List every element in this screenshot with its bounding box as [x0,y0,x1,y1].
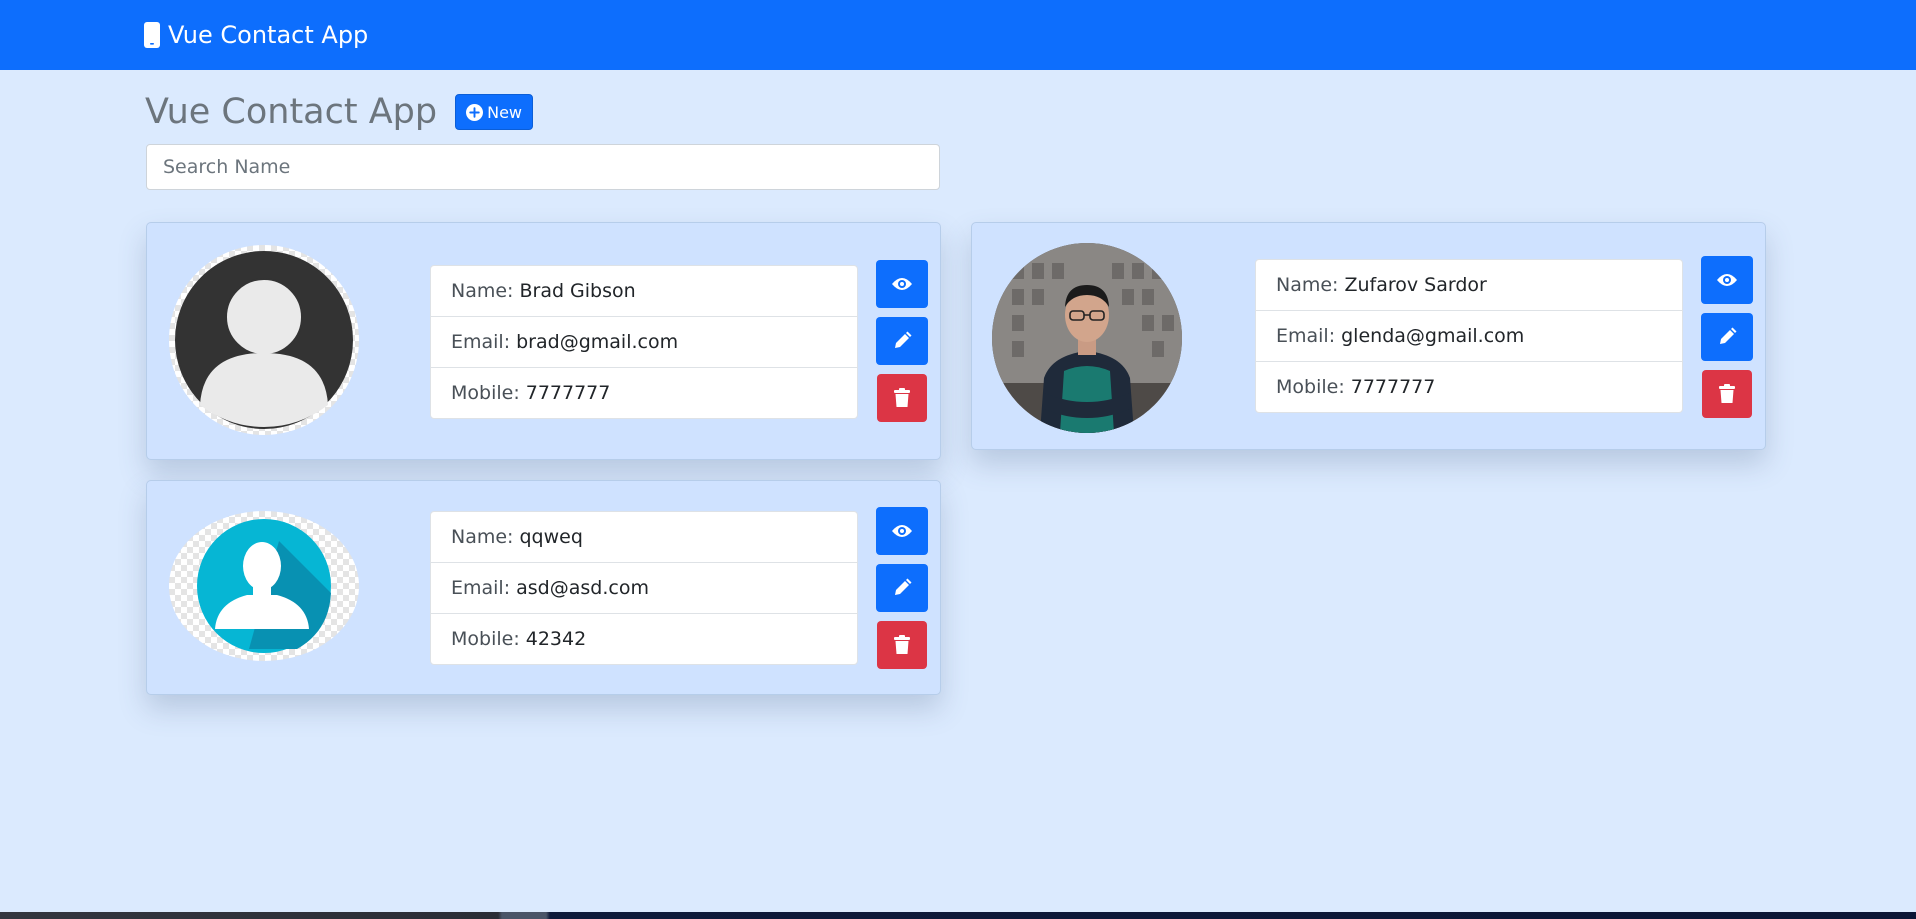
contact-mobile: 42342 [525,628,587,650]
contact-mobile: 7777777 [525,382,611,404]
contact-name: Brad Gibson [519,280,636,302]
contact-email-row: Email: glenda@gmail.com [1256,311,1682,362]
contact-details: Name: Brad Gibson Email: brad@gmail.com … [430,265,858,419]
email-label: Email: [1276,325,1336,347]
teal-user-avatar [169,511,359,661]
new-contact-button[interactable]: New [455,94,533,130]
contact-name: qqweq [519,526,583,548]
page-title: Vue Contact App [145,92,438,132]
contact-card: Name: Zufarov Sardor Email: glenda@gmail… [971,222,1766,450]
contact-mobile-row: Mobile: 42342 [431,614,857,664]
contact-name-row: Name: Brad Gibson [431,266,857,317]
view-button[interactable] [876,507,928,555]
mobile-label: Mobile: [451,382,520,404]
name-label: Name: [1276,274,1339,296]
email-label: Email: [451,577,511,599]
mobile-label: Mobile: [1276,376,1345,398]
edit-button[interactable] [876,564,928,612]
pencil-icon [1717,327,1737,347]
pencil-icon [892,331,912,351]
delete-button[interactable] [877,374,927,422]
contact-actions [876,507,930,678]
contact-card: Name: qqweq Email: asd@asd.com Mobile: 4… [146,480,941,695]
contact-mobile-row: Mobile: 7777777 [431,368,857,418]
contact-email: brad@gmail.com [516,331,679,353]
page-heading: Vue Contact App New [145,88,533,136]
navbar-brand[interactable]: Vue Contact App [144,18,368,52]
plus-circle-icon [466,103,484,121]
brand-title: Vue Contact App [168,21,369,49]
top-navbar: Vue Contact App [0,0,1916,70]
mobile-label: Mobile: [451,628,520,650]
name-label: Name: [451,280,514,302]
contact-name: Zufarov Sardor [1344,274,1487,296]
contact-actions [876,260,930,431]
default-user-avatar [169,245,359,435]
name-label: Name: [451,526,514,548]
contact-details: Name: Zufarov Sardor Email: glenda@gmail… [1255,259,1683,413]
edit-button[interactable] [876,317,928,365]
user-photo [992,243,1182,433]
contact-email: asd@asd.com [516,577,649,599]
mobile-phone-icon [144,22,160,48]
contact-name-row: Name: Zufarov Sardor [1256,260,1682,311]
contact-email-row: Email: asd@asd.com [431,563,857,614]
edit-button[interactable] [1701,313,1753,361]
contact-email: glenda@gmail.com [1341,325,1525,347]
eye-icon [891,276,913,292]
email-label: Email: [451,331,511,353]
trash-icon [894,635,910,655]
contact-actions [1701,256,1755,427]
contact-name-row: Name: qqweq [431,512,857,563]
contact-mobile: 7777777 [1350,376,1436,398]
contact-mobile-row: Mobile: 7777777 [1256,362,1682,412]
view-button[interactable] [1701,256,1753,304]
contact-email-row: Email: brad@gmail.com [431,317,857,368]
search-input[interactable] [146,144,940,190]
taskbar-edge [0,912,1916,919]
eye-icon [1716,272,1738,288]
trash-icon [1719,384,1735,404]
eye-icon [891,523,913,539]
pencil-icon [892,578,912,598]
delete-button[interactable] [877,621,927,669]
contact-details: Name: qqweq Email: asd@asd.com Mobile: 4… [430,511,858,665]
contact-card: Name: Brad Gibson Email: brad@gmail.com … [146,222,941,460]
trash-icon [894,388,910,408]
new-button-label: New [487,102,522,122]
view-button[interactable] [876,260,928,308]
delete-button[interactable] [1702,370,1752,418]
